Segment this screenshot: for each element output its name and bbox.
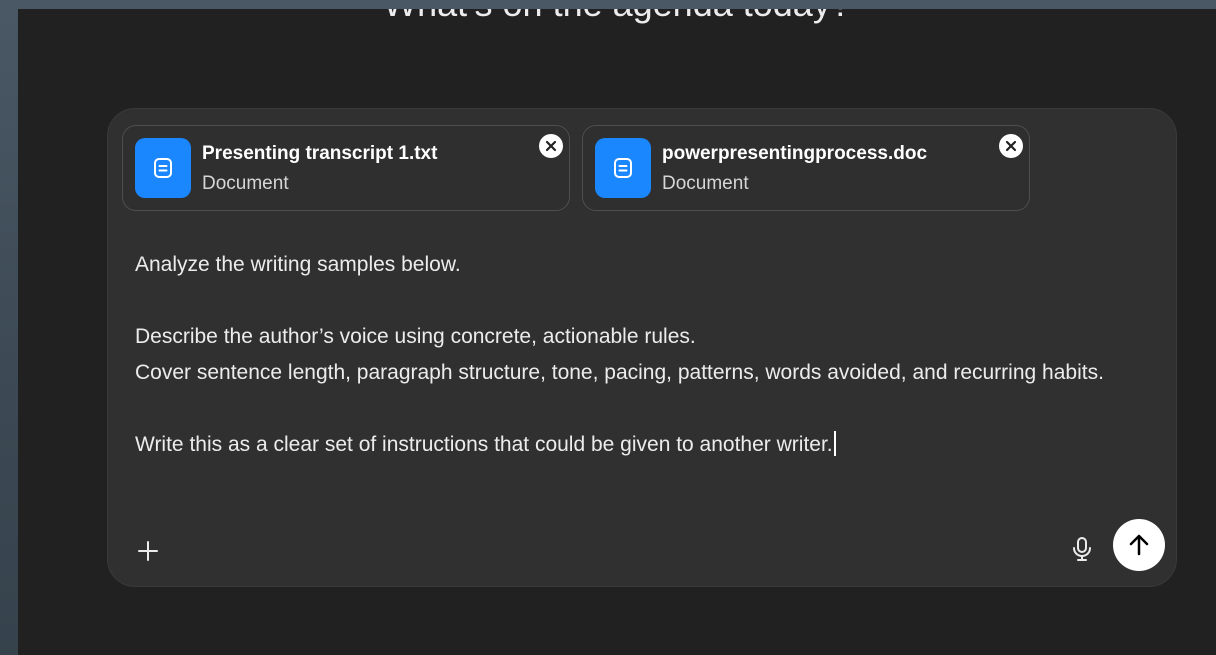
remove-attachment-button[interactable] (999, 134, 1023, 158)
attachment-list: Presenting transcript 1.txt Document pow… (122, 125, 1030, 211)
close-icon (545, 140, 557, 152)
close-icon (1005, 140, 1017, 152)
prompt-blank-line (135, 283, 1145, 319)
document-icon (135, 138, 191, 198)
voice-input-button[interactable] (1066, 533, 1098, 565)
add-attachment-button[interactable] (130, 533, 166, 569)
message-composer[interactable]: Presenting transcript 1.txt Document pow… (107, 108, 1177, 587)
remove-attachment-button[interactable] (539, 134, 563, 158)
prompt-blank-line (135, 391, 1145, 427)
prompt-line: Cover sentence length, paragraph structu… (135, 361, 1104, 384)
text-cursor (833, 431, 836, 456)
attachment-type: Document (202, 173, 289, 194)
prompt-input[interactable]: Analyze the writing samples below. Descr… (135, 247, 1145, 463)
attachment-card[interactable]: Presenting transcript 1.txt Document (122, 125, 570, 211)
microphone-icon (1073, 537, 1091, 561)
send-button[interactable] (1113, 519, 1165, 571)
attachment-name: powerpresentingprocess.doc (662, 143, 928, 164)
plus-icon (138, 541, 158, 561)
attachment-name: Presenting transcript 1.txt (202, 143, 438, 164)
prompt-line: Write this as a clear set of instruction… (135, 433, 833, 456)
attachment-card[interactable]: powerpresentingprocess.doc Document (582, 125, 1030, 211)
prompt-line-last: Write this as a clear set of instruction… (135, 427, 1145, 463)
arrow-up-icon (1129, 534, 1149, 556)
chat-window: What’s on the agenda today? Presenting t… (18, 9, 1216, 655)
page-title: What’s on the agenda today? (18, 9, 1216, 25)
prompt-line: Describe the author’s voice using concre… (135, 325, 696, 348)
document-icon (595, 138, 651, 198)
attachment-type: Document (662, 173, 749, 194)
prompt-line: Analyze the writing samples below. (135, 253, 461, 276)
